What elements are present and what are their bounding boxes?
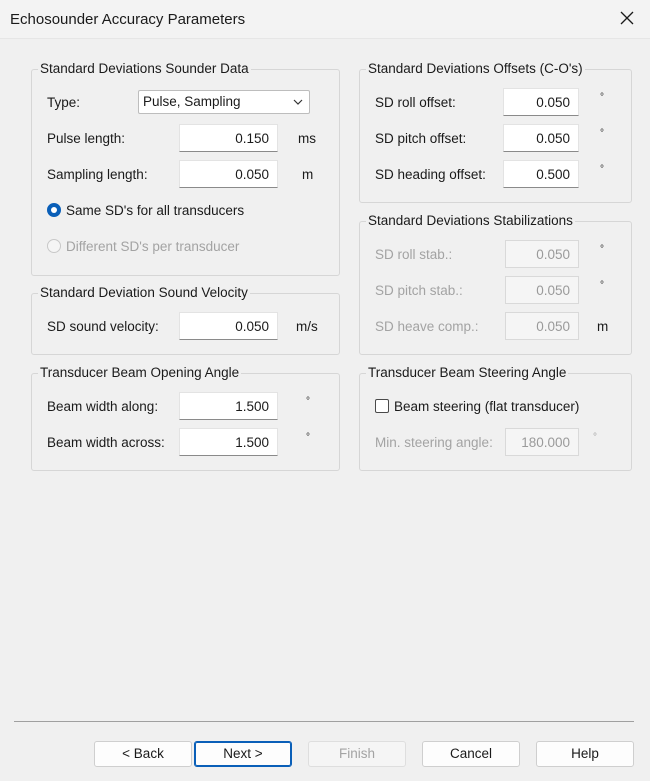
degree-unit: ° [600, 280, 604, 291]
sd-heave-comp-label: SD heave comp.: [375, 319, 479, 334]
help-button[interactable]: Help [536, 741, 634, 767]
group-title: Standard Deviation Sound Velocity [38, 285, 250, 300]
next-button[interactable]: Next > [194, 741, 292, 767]
group-title: Standard Deviations Stabilizations [366, 213, 575, 228]
degree-unit: ° [306, 432, 310, 443]
group-title: Standard Deviations Offsets (C-O's) [366, 61, 585, 76]
min-steering-angle-label: Min. steering angle: [375, 435, 493, 450]
sd-pitch-stab-label: SD pitch stab.: [375, 283, 463, 298]
beam-width-along-label: Beam width along: [47, 399, 159, 414]
sd-pitch-offset-label: SD pitch offset: [375, 131, 467, 146]
sd-sound-velocity-unit: m/s [296, 319, 318, 334]
beam-steering-label[interactable]: Beam steering (flat transducer) [394, 399, 579, 414]
degree-unit: ° [600, 128, 604, 139]
beam-width-along-input[interactable]: 1.500 [179, 392, 278, 420]
pulse-length-unit: ms [298, 131, 316, 146]
sd-roll-stab-input: 0.050 [505, 240, 579, 268]
group-beam-opening: Transducer Beam Opening Angle [31, 365, 340, 471]
pulse-length-label: Pulse length: [47, 131, 126, 146]
sd-pitch-offset-input[interactable]: 0.050 [503, 124, 579, 152]
sampling-length-unit: m [302, 167, 314, 182]
degree-unit: ° [593, 432, 597, 443]
degree-unit: ° [600, 92, 604, 103]
degree-unit: ° [600, 244, 604, 255]
finish-button: Finish [308, 741, 406, 767]
sd-sound-velocity-label: SD sound velocity: [47, 319, 159, 334]
type-select-value: Pulse, Sampling [143, 94, 241, 109]
sd-heave-comp-unit: m [597, 319, 609, 334]
title-bar: Echosounder Accuracy Parameters [0, 0, 650, 39]
sd-heading-offset-input[interactable]: 0.500 [503, 160, 579, 188]
group-title: Standard Deviations Sounder Data [38, 61, 251, 76]
group-title: Transducer Beam Steering Angle [366, 365, 569, 380]
sd-heave-comp-input: 0.050 [505, 312, 579, 340]
degree-unit: ° [306, 396, 310, 407]
type-select[interactable]: Pulse, Sampling [138, 90, 310, 114]
sd-sound-velocity-input[interactable]: 0.050 [179, 312, 278, 340]
radio-different-sd [47, 239, 61, 253]
group-beam-steering: Transducer Beam Steering Angle [359, 365, 632, 471]
pulse-length-input[interactable]: 0.150 [179, 124, 278, 152]
beam-steering-checkbox[interactable] [375, 399, 389, 413]
sd-roll-stab-label: SD roll stab.: [375, 247, 453, 262]
group-title: Transducer Beam Opening Angle [38, 365, 242, 380]
beam-width-across-label: Beam width across: [47, 435, 165, 450]
back-button[interactable]: < Back [94, 741, 192, 767]
type-label: Type: [47, 95, 81, 110]
min-steering-angle-input: 180.000 [505, 428, 579, 456]
chevron-down-icon [293, 95, 303, 110]
sd-pitch-stab-input: 0.050 [505, 276, 579, 304]
radio-different-sd-label: Different SD's per transducer [66, 239, 240, 254]
sd-roll-offset-label: SD roll offset: [375, 95, 456, 110]
sampling-length-label: Sampling length: [47, 167, 148, 182]
sd-heading-offset-label: SD heading offset: [375, 167, 486, 182]
beam-width-across-input[interactable]: 1.500 [179, 428, 278, 456]
window-title: Echosounder Accuracy Parameters [10, 11, 246, 28]
sd-roll-offset-input[interactable]: 0.050 [503, 88, 579, 116]
cancel-button[interactable]: Cancel [422, 741, 520, 767]
degree-unit: ° [600, 164, 604, 175]
sampling-length-input[interactable]: 0.050 [179, 160, 278, 188]
radio-same-sd-label[interactable]: Same SD's for all transducers [66, 203, 244, 218]
close-icon [620, 11, 634, 28]
radio-same-sd[interactable] [47, 203, 61, 217]
close-button[interactable] [604, 0, 650, 38]
footer-separator [14, 721, 634, 722]
